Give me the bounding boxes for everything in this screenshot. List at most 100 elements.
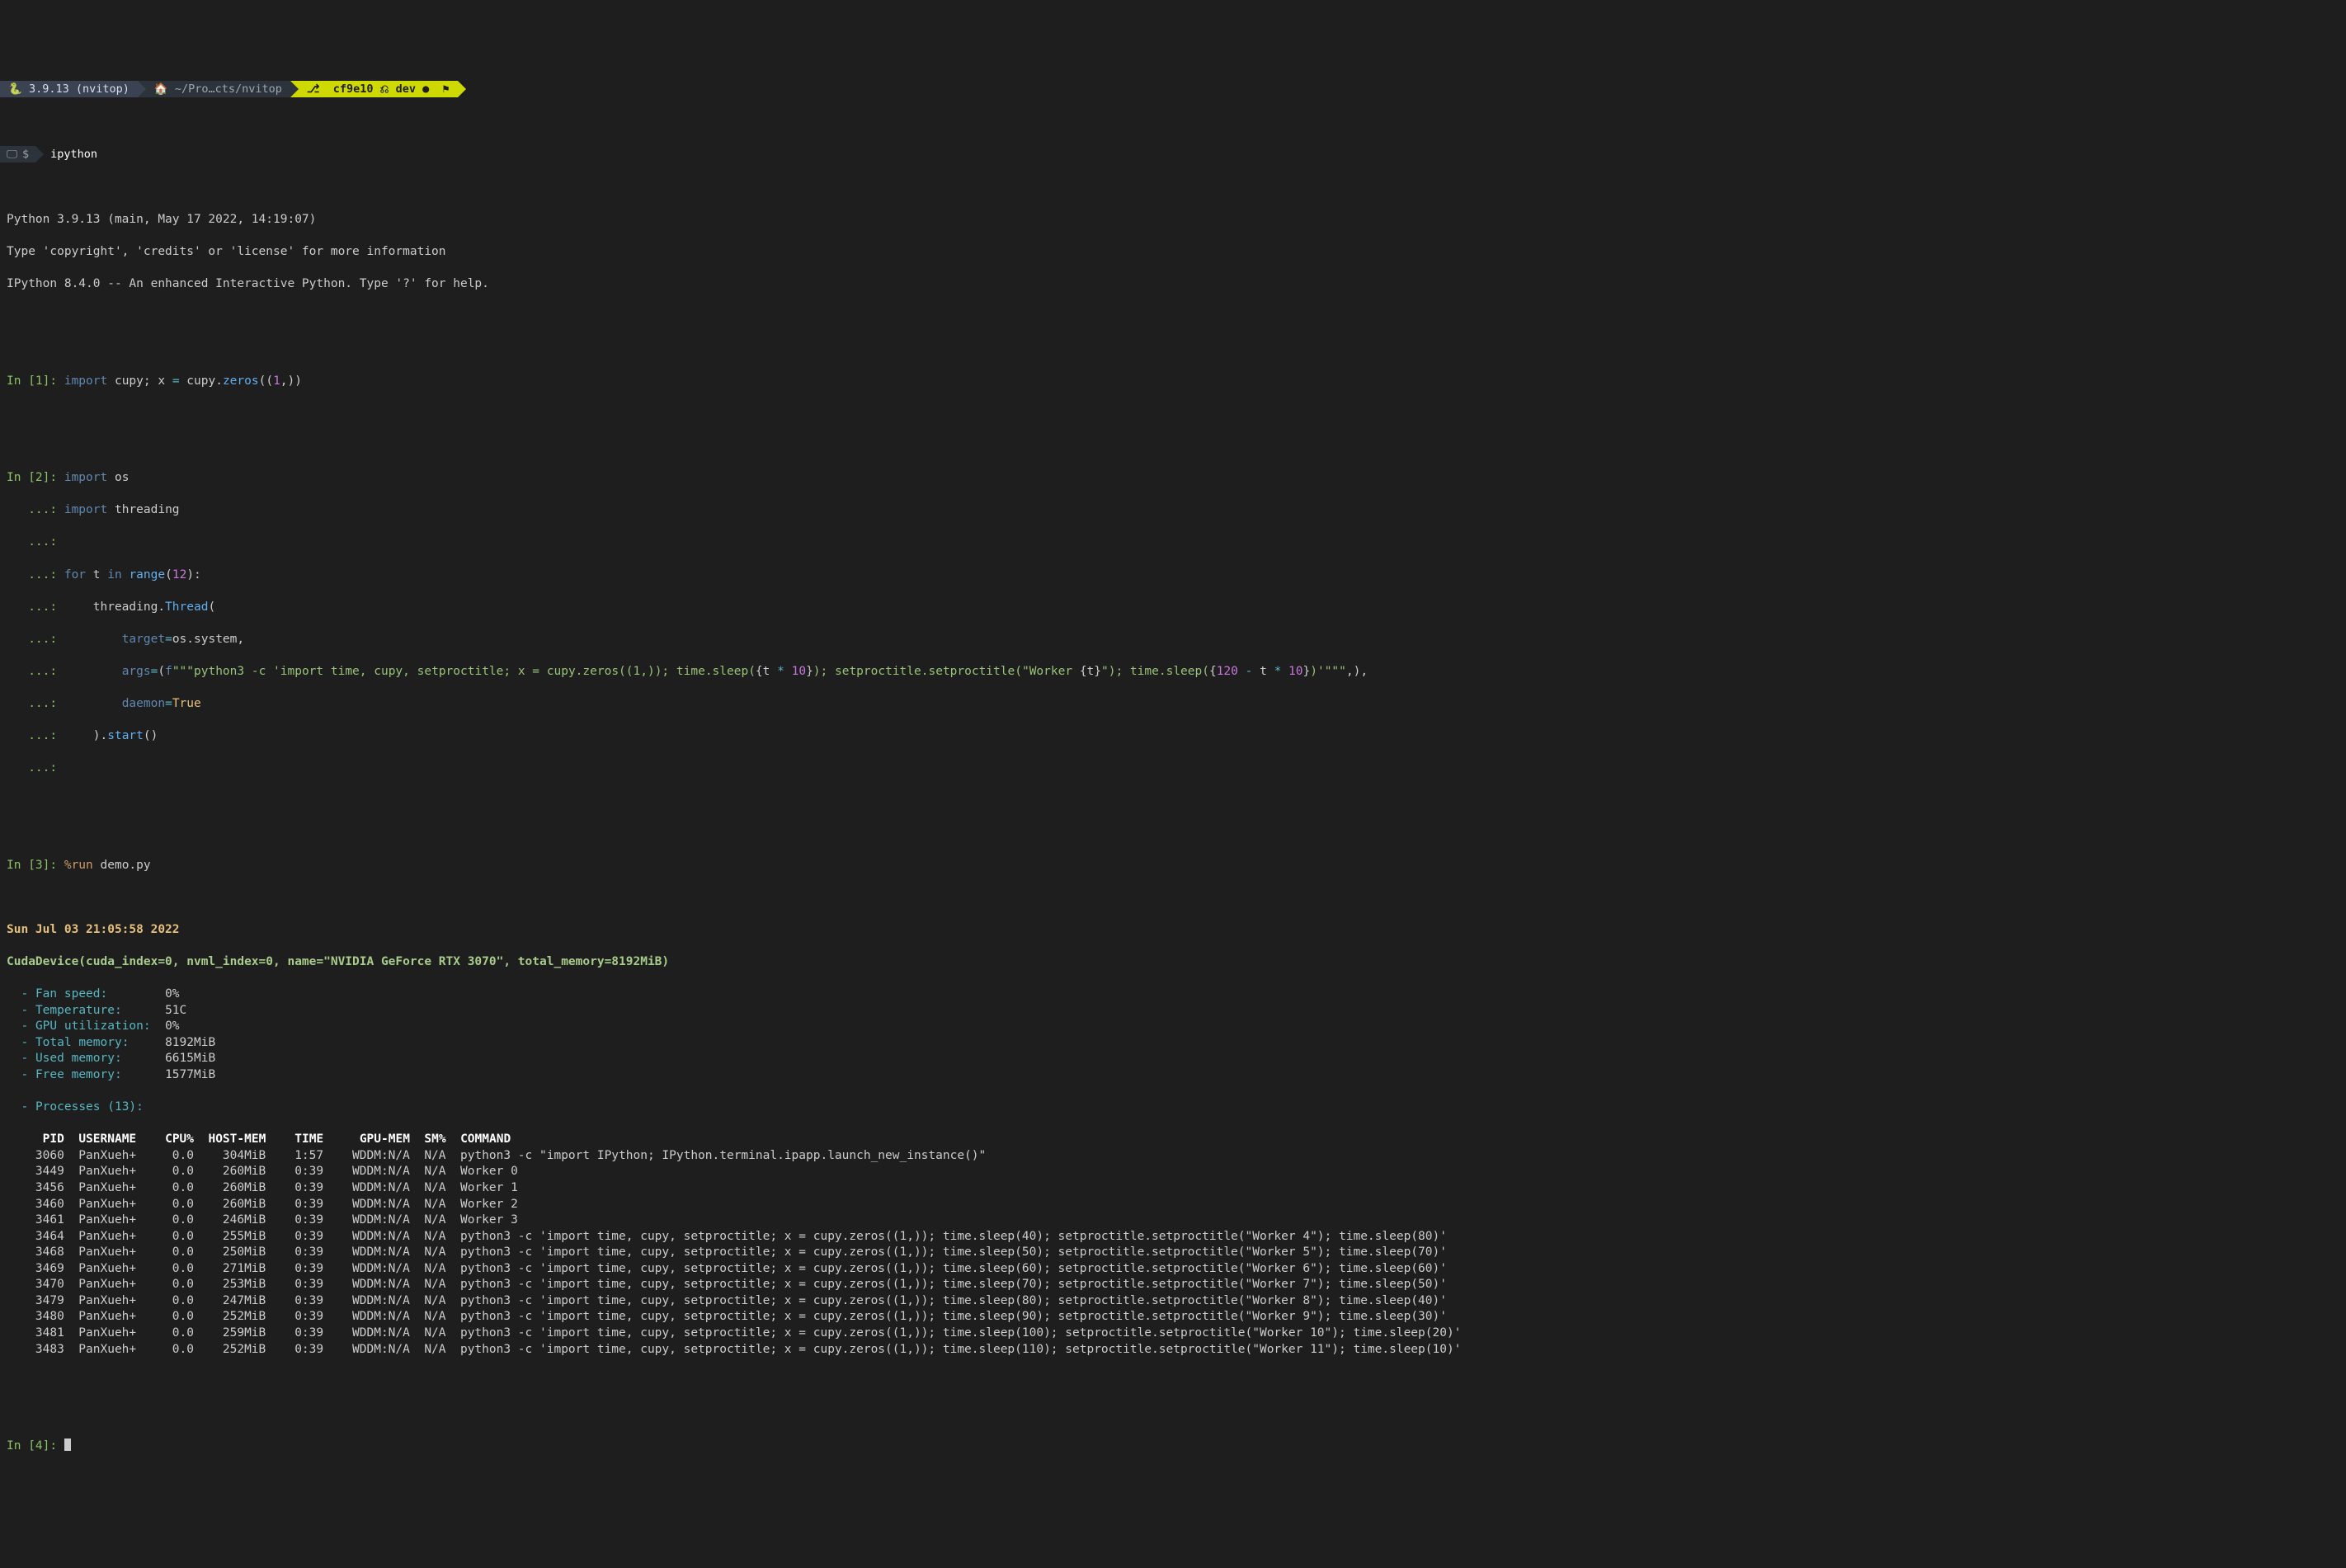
paren: ((: [259, 374, 273, 388]
code-text: t: [1260, 665, 1274, 678]
process-row: 3470 PanXueh+ 0.0 253MiB 0:39 WDDM:N/A N…: [7, 1277, 2339, 1293]
const-true: True: [172, 697, 201, 710]
attr-val: 0%: [165, 1019, 179, 1033]
code-text: threading: [107, 503, 179, 516]
paren: ):: [186, 568, 200, 582]
process-row: 3481 PanXueh+ 0.0 259MiB 0:39 WDDM:N/A N…: [7, 1326, 2339, 1342]
op-eq: =: [165, 697, 172, 710]
cursor-icon: [64, 1439, 71, 1451]
device-attr-row: - Temperature: 51C: [7, 1003, 2339, 1019]
process-row: 3468 PanXueh+ 0.0 250MiB 0:39 WDDM:N/A N…: [7, 1245, 2339, 1261]
git-segment: ⎇ cf9e10 ⎌ dev ● ⚑: [299, 81, 458, 97]
cwd-text: ~/Pro…cts/nvitop: [175, 82, 282, 96]
code-text: t: [763, 665, 777, 678]
code-text: demo.py: [93, 859, 151, 872]
device-attr-row: - GPU utilization: 0%: [7, 1019, 2339, 1035]
ipython-cont-line: ...: for t in range(12):: [7, 567, 2339, 584]
git-branch: dev: [396, 82, 416, 96]
string: )'""": [1310, 665, 1346, 678]
process-row: 3469 PanXueh+ 0.0 271MiB 0:39 WDDM:N/A N…: [7, 1261, 2339, 1278]
blank-line: [7, 309, 2339, 326]
process-row: 3464 PanXueh+ 0.0 255MiB 0:39 WDDM:N/A N…: [7, 1229, 2339, 1245]
attr-key: Free memory:: [35, 1068, 165, 1081]
blank-line: [7, 1374, 2339, 1391]
magic-run: run: [72, 859, 93, 872]
ipython-cont-line: ...: args=(f"""python3 -c 'import time, …: [7, 664, 2339, 680]
banner-line: IPython 8.4.0 -- An enhanced Interactive…: [7, 276, 2339, 293]
ipython-cont-line: ...: threading.Thread(: [7, 600, 2339, 616]
attr-key: Used memory:: [35, 1052, 165, 1065]
brace: }: [1303, 665, 1311, 678]
op-dot: .: [101, 729, 108, 742]
process-row: 3483 PanXueh+ 0.0 252MiB 0:39 WDDM:N/A N…: [7, 1342, 2339, 1358]
shell-command[interactable]: ipython: [44, 146, 104, 162]
shell-command-text: ipython: [50, 148, 97, 161]
in-prompt: In [2]:: [7, 471, 64, 484]
banner-line: Type 'copyright', 'credits' or 'license'…: [7, 244, 2339, 261]
in-prompt: In [4]:: [7, 1439, 64, 1453]
kw-args: args: [122, 665, 151, 678]
cont-prompt: ...:: [7, 503, 64, 516]
python-env-segment: 🐍 3.9.13 (nvitop): [0, 81, 138, 97]
ipython-cell-4[interactable]: In [4]:: [7, 1439, 2339, 1455]
powerline-arrow-icon: [138, 81, 146, 97]
git-stash-icon: ⚑: [443, 82, 450, 96]
blank-line: [7, 793, 2339, 809]
cont-prompt: ...:: [7, 633, 64, 646]
op-dot: .: [215, 374, 223, 388]
num: 10: [1288, 665, 1303, 678]
attr-val: 1577MiB: [165, 1068, 215, 1081]
attr-val: 6615MiB: [165, 1052, 215, 1065]
dollar-sign: $: [22, 146, 29, 162]
device-attr-row: - Fan speed: 0%: [7, 986, 2339, 1003]
code-text: t: [1087, 665, 1095, 678]
ipython-cont-line: ...: ).start(): [7, 728, 2339, 745]
brace: }: [1094, 665, 1101, 678]
cont-prompt: ...:: [7, 665, 64, 678]
code-text: ): [64, 729, 101, 742]
string: "); time.sleep(: [1101, 665, 1209, 678]
fn-thread: Thread: [165, 600, 208, 614]
num: 120: [1217, 665, 1246, 678]
in-prompt: In [1]:: [7, 374, 64, 388]
brace: }: [806, 665, 813, 678]
banner-line: Python 3.9.13 (main, May 17 2022, 14:19:…: [7, 212, 2339, 228]
process-row: 3480 PanXueh+ 0.0 252MiB 0:39 WDDM:N/A N…: [7, 1309, 2339, 1326]
code-text: [64, 665, 122, 678]
ipython-cell-2: In [2]: import os: [7, 470, 2339, 487]
code-text: cupy: [180, 374, 216, 388]
paren: (): [144, 729, 158, 742]
git-branch-icon: ⎇: [307, 82, 320, 96]
fstring-prefix: f: [165, 665, 172, 678]
ipython-cell-1: In [1]: import cupy; x = cupy.zeros((1,)…: [7, 374, 2339, 390]
cwd-segment: 🏠 ~/Pro…cts/nvitop: [146, 81, 290, 97]
kw-daemon: daemon: [122, 697, 165, 710]
ipython-cell-3: In [3]: %run demo.py: [7, 858, 2339, 874]
process-row: 3461 PanXueh+ 0.0 246MiB 0:39 WDDM:N/A N…: [7, 1212, 2339, 1229]
op-minus: -: [1246, 665, 1260, 678]
processes-header: - Processes (13):: [7, 1099, 2339, 1116]
git-merge-icon: ⎌: [380, 82, 389, 96]
paren: ,)): [280, 374, 302, 388]
terminal-output[interactable]: Python 3.9.13 (main, May 17 2022, 14:19:…: [0, 195, 2346, 1487]
powerline-arrow-icon: [458, 81, 466, 97]
cont-prompt: ...:: [7, 697, 64, 710]
code-text: os: [172, 633, 186, 646]
kw-target: target: [122, 633, 165, 646]
brace: {: [1080, 665, 1087, 678]
paren: (: [165, 568, 172, 582]
paren: ,),: [1346, 665, 1368, 678]
attr-key: GPU utilization:: [35, 1019, 165, 1033]
kw-for: for: [64, 568, 86, 582]
kw-import: import: [64, 503, 107, 516]
process-row: 3060 PanXueh+ 0.0 304MiB 1:57 WDDM:N/A N…: [7, 1148, 2339, 1165]
prompt-left-segment: 🖵$: [0, 146, 35, 162]
code-text: [64, 697, 122, 710]
git-commit: cf9e10: [333, 82, 374, 96]
paren: (: [208, 600, 215, 614]
processes-label: Processes (13):: [35, 1100, 144, 1114]
fn-start: start: [107, 729, 144, 742]
code-text: os: [107, 471, 129, 484]
fn-zeros: zeros: [223, 374, 259, 388]
ipython-cont-line: ...:: [7, 534, 2339, 551]
